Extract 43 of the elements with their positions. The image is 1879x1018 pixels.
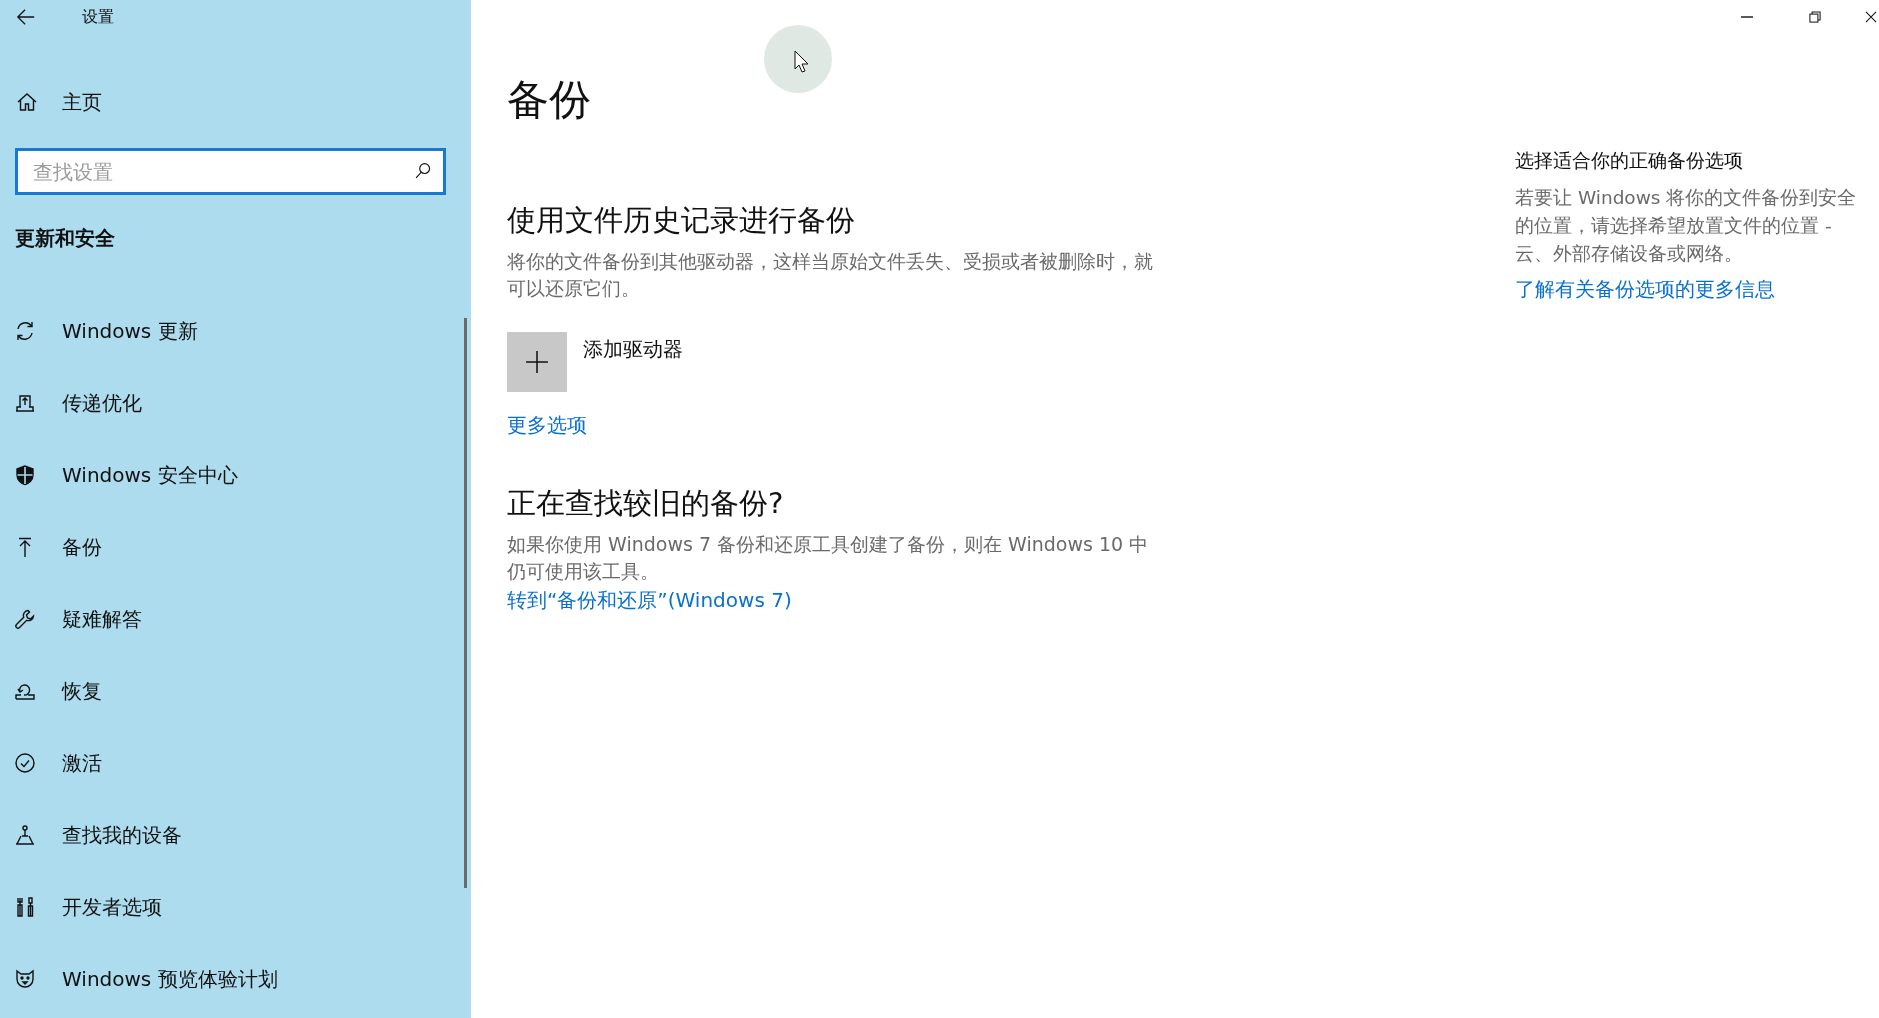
sidebar-item[interactable]: 传递优化	[0, 367, 471, 439]
scrollbar[interactable]	[464, 318, 467, 888]
section-description: 如果你使用 Windows 7 备份和还原工具创建了备份，则在 Windows 10 中仍可使用该工具。	[507, 532, 1150, 584]
back-button[interactable]	[16, 7, 36, 27]
home-nav-item[interactable]: 主页	[0, 84, 118, 120]
section-heading: 使用文件历史记录进行备份	[507, 202, 856, 239]
wrench-icon	[14, 608, 36, 630]
window-title: 设置	[82, 6, 114, 28]
sidebar-item[interactable]: 恢复	[0, 655, 471, 727]
upload-tray-icon	[14, 392, 36, 414]
section-heading: 更新和安全	[15, 225, 116, 252]
search-field[interactable]: 查找设置	[15, 148, 446, 195]
add-drive-button[interactable]	[507, 332, 567, 392]
section-description: 将你的文件备份到其他驱动器，这样当原始文件丢失、受损或者被删除时，就可以还原它们。	[507, 249, 1154, 301]
sidebar-item[interactable]: 开发者选项	[0, 871, 471, 943]
section-heading: 正在查找较旧的备份?	[507, 485, 785, 522]
sidebar-item[interactable]: Windows 更新	[0, 295, 471, 367]
refresh-icon	[14, 320, 36, 342]
sidebar-item[interactable]: 查找我的设备	[0, 799, 471, 871]
sidebar-item[interactable]: 备份	[0, 511, 471, 583]
learn-more-link[interactable]: 了解有关备份选项的更多信息	[1515, 276, 1775, 303]
sidebar-item[interactable]: 疑难解答	[0, 583, 471, 655]
home-icon	[16, 91, 38, 113]
cursor-icon	[763, 24, 833, 94]
backup-restore-link[interactable]: 转到“备份和还原”(Windows 7)	[507, 587, 792, 614]
page-title: 备份	[507, 74, 592, 126]
restore-window-icon	[1807, 9, 1823, 25]
tools-icon	[14, 896, 36, 918]
sidebar-item[interactable]: 激活	[0, 727, 471, 799]
shield-icon	[14, 464, 36, 486]
search-icon	[414, 162, 432, 180]
person-locate-icon	[14, 824, 36, 846]
check-circle-icon	[14, 752, 36, 774]
add-drive-label: 添加驱动器	[583, 336, 683, 363]
cat-face-icon	[14, 968, 36, 990]
back-arrow-icon	[16, 7, 36, 27]
aside-heading: 选择适合你的正确备份选项	[1515, 148, 1744, 173]
sidebar-item[interactable]: Windows 预览体验计划	[0, 943, 471, 1015]
minimize-icon	[1739, 16, 1755, 18]
more-options-link[interactable]: 更多选项	[507, 412, 587, 439]
plus-icon	[525, 350, 549, 374]
close-icon	[1863, 9, 1879, 25]
aside-description: 若要让 Windows 将你的文件备份到安全的位置，请选择希望放置文件的位置 - 云、外部存储设备或网络。	[1515, 186, 1858, 266]
